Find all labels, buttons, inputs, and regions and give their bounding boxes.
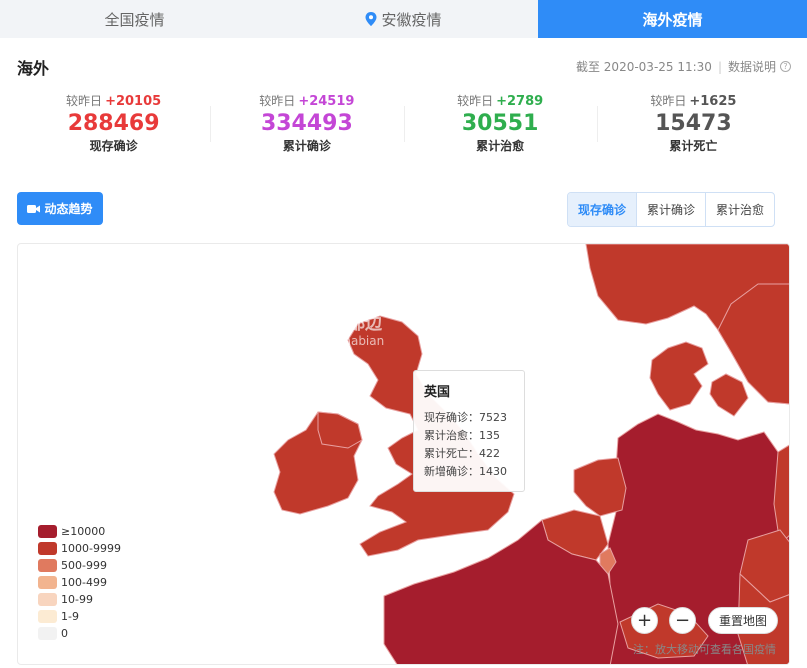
- legend-swatch: [38, 542, 57, 555]
- tab-overseas-label: 海外疫情: [642, 10, 703, 29]
- tooltip-title: 英国: [424, 385, 451, 400]
- stat-delta: +20105: [105, 94, 162, 109]
- metric-toggle: 现存确诊 累计确诊 累计治愈: [567, 192, 776, 227]
- map-legend: ≥10000 1000-9999 500-999 100-499 10-99 1…: [38, 523, 121, 642]
- legend-swatch: [38, 559, 57, 572]
- legend-item[interactable]: 0: [38, 625, 121, 642]
- compare-label: 较昨日: [259, 94, 296, 108]
- tooltip-new-confirmed: 新增确诊：1430: [424, 465, 507, 478]
- zoom-out-button[interactable]: −: [669, 607, 696, 634]
- stat-label: 累计治愈: [476, 139, 525, 153]
- data-note-link[interactable]: 数据说明: [728, 58, 776, 75]
- stat-delta: +24519: [298, 94, 355, 109]
- stat-total-cured: 较昨日 +2789 30551 累计治愈: [403, 92, 597, 162]
- legend-label: 0: [61, 627, 68, 640]
- stat-compare: 较昨日 +2789: [404, 92, 597, 109]
- world-map[interactable]: 海都边 Hinabian 英国 现存确诊：7523 累计治愈：135 累计死亡：…: [17, 243, 790, 665]
- metric-current-confirmed-button[interactable]: 现存确诊: [568, 193, 637, 226]
- compare-label: 较昨日: [66, 94, 103, 108]
- legend-label: ≥10000: [61, 525, 106, 538]
- video-camera-icon: [27, 204, 41, 213]
- legend-swatch: [38, 525, 57, 538]
- northern-ireland-region: [317, 411, 363, 449]
- tooltip-total-cured: 累计治愈：135: [424, 429, 500, 442]
- watermark-line2: Hinabian: [331, 334, 385, 348]
- stat-compare: 较昨日 +1625: [597, 92, 790, 109]
- stat-value: 30551: [461, 111, 539, 136]
- stat-compare: 较昨日 +24519: [210, 92, 403, 109]
- denmark-island: [709, 373, 749, 417]
- stats-summary: 较昨日 +20105 288469 现存确诊 较昨日 +24519 334493 累…: [17, 92, 790, 162]
- watermark-line1: 海都边: [331, 314, 382, 334]
- stat-label: 累计确诊: [282, 139, 331, 153]
- page-title: 海外: [17, 59, 50, 78]
- legend-swatch: [38, 627, 57, 640]
- stat-label: 现存确诊: [89, 139, 138, 153]
- divider: |: [717, 59, 722, 74]
- legend-item[interactable]: 100-499: [38, 574, 121, 591]
- legend-swatch: [38, 593, 57, 606]
- metric-total-confirmed-button[interactable]: 累计确诊: [636, 193, 705, 226]
- dynamic-trend-label: 动态趋势: [44, 202, 93, 216]
- stat-total-deaths: 较昨日 +1625 15473 累计死亡: [596, 92, 790, 162]
- legend-item[interactable]: 1-9: [38, 608, 121, 625]
- map-svg: [273, 244, 789, 664]
- watermark-logo: 海都边 Hinabian: [331, 316, 384, 350]
- tooltip-total-deaths: 累计死亡：422: [424, 447, 500, 460]
- tab-anhui-label: 安徽疫情: [381, 10, 442, 29]
- legend-swatch: [38, 576, 57, 589]
- metric-total-cured-button[interactable]: 累计治愈: [705, 193, 774, 226]
- region-tabs: 全国疫情 安徽疫情 海外疫情: [0, 0, 807, 38]
- as-of-time: 截至 2020-03-25 11:30: [575, 60, 712, 74]
- denmark-region: [649, 341, 709, 411]
- legend-label: 1-9: [61, 610, 79, 623]
- tab-national-label: 全国疫情: [104, 10, 165, 29]
- legend-swatch: [38, 610, 57, 623]
- tab-anhui[interactable]: 安徽疫情: [269, 0, 538, 38]
- stat-delta: +2789: [496, 94, 544, 109]
- location-pin-icon: [365, 12, 377, 26]
- country-tooltip: 英国 现存确诊：7523 累计治愈：135 累计死亡：422 新增确诊：1430: [413, 370, 525, 492]
- stat-value: 288469: [67, 111, 160, 136]
- stat-value: 334493: [260, 111, 353, 136]
- compare-label: 较昨日: [650, 94, 687, 108]
- legend-label: 500-999: [61, 559, 107, 572]
- tab-national[interactable]: 全国疫情: [0, 0, 269, 38]
- stat-label: 累计死亡: [669, 139, 718, 153]
- netherlands-region: [573, 457, 627, 517]
- legend-label: 1000-9999: [61, 542, 121, 555]
- legend-label: 100-499: [61, 576, 107, 589]
- stat-value: 15473: [655, 111, 732, 136]
- stat-total-confirmed: 较昨日 +24519 334493 累计确诊: [210, 92, 403, 162]
- update-info: 截至 2020-03-25 11:30 | 数据说明 ?: [576, 58, 791, 75]
- stat-delta: +1625: [689, 94, 737, 109]
- map-note: 注：放大移动可查看各国疫情: [633, 643, 776, 656]
- legend-item[interactable]: ≥10000: [38, 523, 121, 540]
- stat-compare: 较昨日 +20105: [17, 92, 210, 109]
- zoom-in-button[interactable]: +: [631, 607, 658, 634]
- stat-current-confirmed: 较昨日 +20105 288469 现存确诊: [17, 92, 210, 162]
- legend-item[interactable]: 10-99: [38, 591, 121, 608]
- tooltip-current-confirmed: 现存确诊：7523: [424, 411, 507, 424]
- reset-map-button[interactable]: 重置地图: [708, 607, 778, 634]
- tab-overseas[interactable]: 海外疫情: [538, 0, 807, 38]
- help-icon[interactable]: ?: [780, 61, 791, 72]
- compare-label: 较昨日: [457, 94, 494, 108]
- legend-item[interactable]: 1000-9999: [38, 540, 121, 557]
- legend-item[interactable]: 500-999: [38, 557, 121, 574]
- legend-label: 10-99: [61, 593, 93, 606]
- dynamic-trend-button[interactable]: 动态趋势: [17, 192, 103, 225]
